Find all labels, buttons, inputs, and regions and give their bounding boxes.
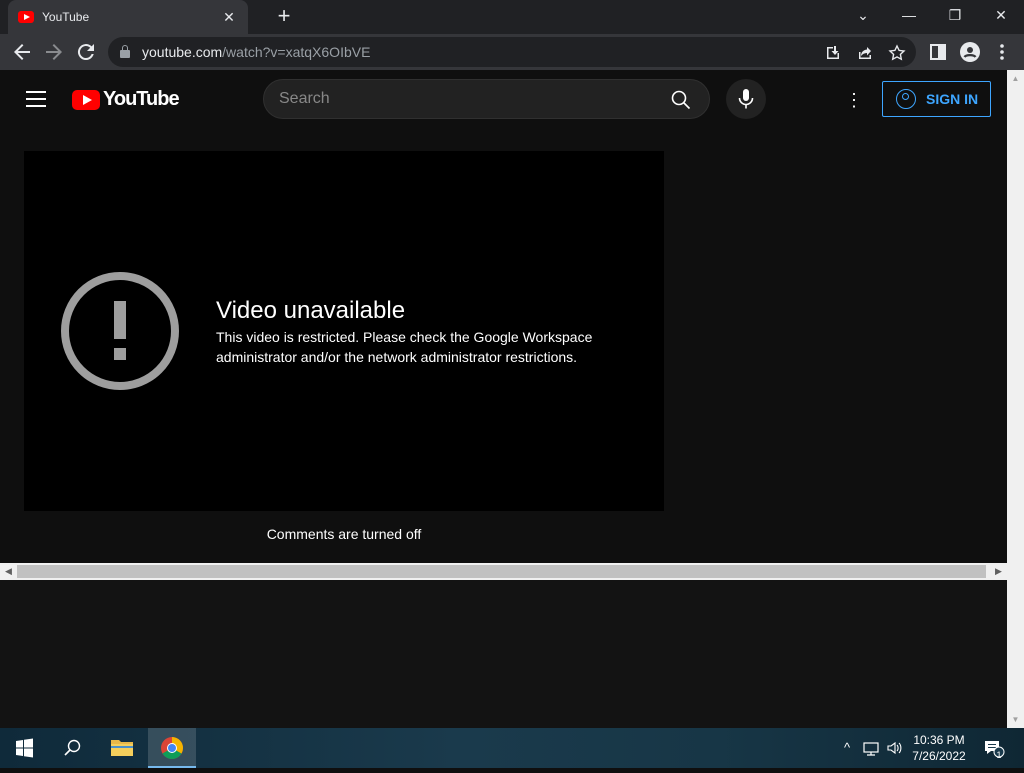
- youtube-favicon-icon: [18, 11, 34, 23]
- tab-close-icon[interactable]: ✕: [220, 9, 238, 26]
- volume-icon[interactable]: [886, 738, 904, 758]
- tab-title: YouTube: [42, 10, 90, 24]
- hamburger-menu-icon[interactable]: [26, 91, 46, 107]
- new-tab-button[interactable]: +: [272, 5, 296, 29]
- page-below-area: [0, 580, 1007, 728]
- browser-menu-icon[interactable]: [990, 40, 1014, 64]
- windows-logo-icon: [16, 738, 33, 758]
- taskbar-clock[interactable]: 10:36 PM 7/26/2022: [908, 732, 970, 764]
- scroll-down-icon[interactable]: ▼: [1007, 711, 1024, 728]
- address-bar[interactable]: youtube.com/watch?v=xatqX6OIbVE: [108, 37, 916, 67]
- video-player[interactable]: Video unavailable This video is restrict…: [24, 151, 664, 511]
- taskbar-search-icon: [64, 739, 81, 756]
- scroll-left-icon[interactable]: ◀: [0, 563, 17, 580]
- bookmark-star-icon[interactable]: [888, 44, 906, 62]
- install-app-icon[interactable]: [824, 44, 842, 62]
- show-hidden-icons-icon[interactable]: ^: [838, 738, 856, 758]
- network-icon[interactable]: [862, 738, 880, 758]
- browser-tab-bar: YouTube ✕ + ⌄ — ❐ ✕: [0, 0, 1024, 34]
- start-button[interactable]: [0, 728, 48, 768]
- action-center-icon[interactable]: 1: [982, 738, 1006, 760]
- youtube-logo-text: YouTube: [103, 88, 180, 110]
- microphone-icon: [738, 89, 754, 109]
- sign-in-label: SIGN IN: [926, 91, 979, 107]
- folder-icon: [111, 740, 133, 756]
- chrome-taskbar-button[interactable]: [148, 728, 196, 768]
- taskbar-search-button[interactable]: [48, 728, 96, 768]
- minimize-button[interactable]: —: [886, 0, 932, 34]
- error-message: This video is restricted. Please check t…: [216, 329, 593, 365]
- clock-date: 7/26/2022: [912, 749, 966, 763]
- warning-exclamation-icon: [61, 272, 179, 390]
- lock-icon[interactable]: [120, 45, 130, 58]
- clock-time: 10:36 PM: [913, 733, 965, 747]
- side-panel-icon[interactable]: [926, 40, 950, 64]
- notification-count-badge: 1: [996, 750, 1002, 760]
- forward-arrow-icon[interactable]: [42, 40, 66, 64]
- tab-youtube[interactable]: YouTube ✕: [8, 0, 248, 34]
- vertical-scrollbar[interactable]: ▲ ▼: [1007, 70, 1024, 728]
- settings-more-icon[interactable]: ⋮: [844, 88, 864, 112]
- url-path: /watch?v=xatqX6OIbVE: [222, 44, 371, 60]
- windows-taskbar: ^ 10:36 PM 7/26/2022 1: [0, 728, 1024, 768]
- profile-icon[interactable]: [958, 40, 982, 64]
- restore-button[interactable]: ❐: [932, 0, 978, 34]
- comments-status: Comments are turned off: [266, 526, 422, 542]
- youtube-page: YouTube ⋮ SIGN IN Video unavailable This…: [0, 70, 1007, 560]
- url-host: youtube.com: [142, 44, 223, 60]
- account-icon: [896, 89, 916, 109]
- horizontal-scroll-thumb[interactable]: [17, 565, 986, 578]
- youtube-play-icon: [72, 89, 100, 110]
- youtube-logo[interactable]: YouTube: [72, 88, 180, 111]
- sign-in-button[interactable]: SIGN IN: [882, 81, 991, 117]
- back-arrow-icon[interactable]: [10, 40, 34, 64]
- search-icon[interactable]: [671, 90, 691, 110]
- horizontal-scrollbar[interactable]: ◀ ▶: [0, 563, 1007, 580]
- file-explorer-button[interactable]: [98, 728, 146, 768]
- close-window-button[interactable]: ✕: [978, 0, 1024, 34]
- search-box[interactable]: [263, 79, 710, 119]
- scroll-up-icon[interactable]: ▲: [1007, 70, 1024, 87]
- browser-toolbar: youtube.com/watch?v=xatqX6OIbVE: [0, 34, 1024, 70]
- search-input[interactable]: [279, 90, 659, 108]
- share-icon[interactable]: [856, 44, 874, 62]
- reload-icon[interactable]: [74, 40, 98, 64]
- error-title: Video unavailable: [216, 297, 406, 324]
- tab-search-dropdown-icon[interactable]: ⌄: [840, 0, 886, 34]
- chrome-icon: [161, 737, 183, 759]
- scroll-right-icon[interactable]: ▶: [990, 563, 1007, 580]
- voice-search-button[interactable]: [726, 79, 766, 119]
